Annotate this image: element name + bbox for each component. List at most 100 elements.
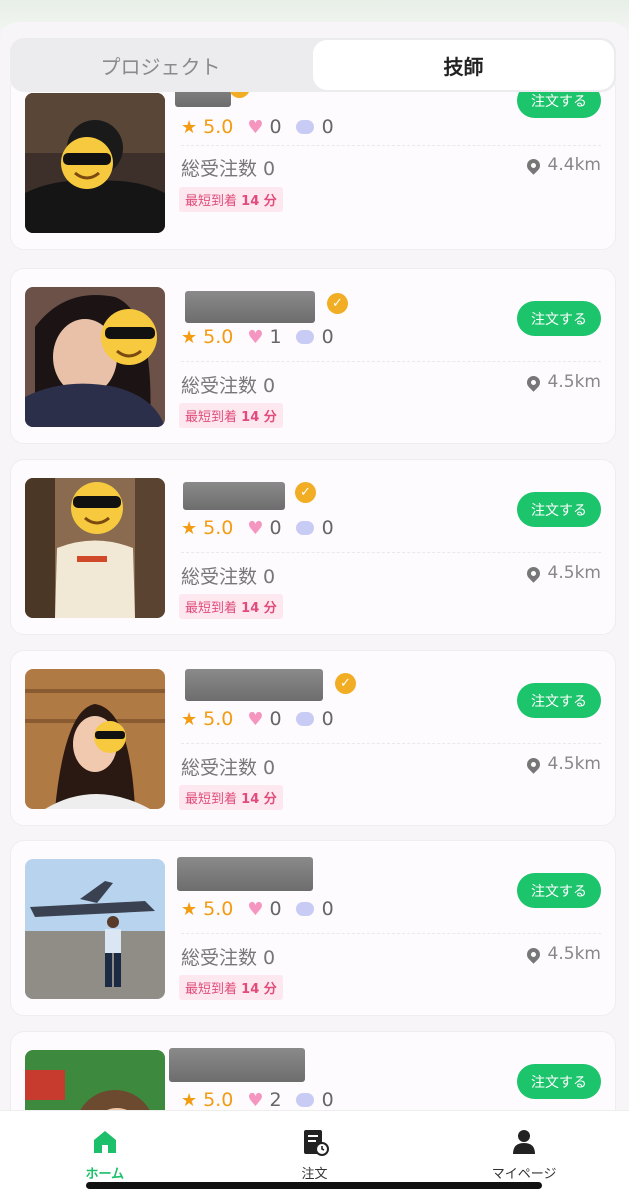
- likes-count: 1: [269, 326, 282, 348]
- name-redacted: [185, 669, 323, 701]
- user-icon: [513, 1130, 536, 1154]
- star-icon: ★: [181, 1089, 198, 1111]
- star-icon: ★: [181, 898, 198, 920]
- page-container: プロジェクト 技師 ✓ ★ 5.0 ♥: [0, 22, 629, 1200]
- location-pin-icon: [523, 754, 543, 774]
- likes-count: 0: [269, 708, 282, 730]
- total-orders: 総受注数 0: [181, 947, 276, 969]
- heart-icon: ♥: [247, 517, 264, 539]
- star-icon: ★: [181, 326, 198, 348]
- nav-home-label: ホーム: [85, 1167, 125, 1182]
- distance-value: 4.5km: [547, 944, 601, 964]
- heart-icon: ♥: [247, 708, 264, 730]
- comment-icon: [295, 712, 314, 726]
- comments-count: 0: [321, 116, 334, 138]
- verified-badge-icon: ✓: [295, 482, 316, 503]
- arrival-time: 14 分: [241, 410, 277, 425]
- likes-count: 0: [269, 116, 282, 138]
- comments-count: 0: [321, 517, 334, 539]
- comments-count: 0: [321, 326, 334, 348]
- distance: 4.5km: [523, 563, 601, 583]
- order-button[interactable]: 注文する: [517, 873, 601, 908]
- order-button[interactable]: 注文する: [517, 1064, 601, 1099]
- arrival-time: 14 分: [241, 982, 277, 997]
- order-button[interactable]: 注文する: [517, 301, 601, 336]
- rating-value: 5.0: [203, 517, 234, 539]
- arrival-badge: 最短到着 14 分: [179, 187, 283, 212]
- technician-card[interactable]: ✓ ★ 5.0 ♥ 0 0 注文する 総受注数 0 4.4km 最短到着 14 …: [10, 74, 616, 250]
- likes-count: 0: [269, 898, 282, 920]
- name-redacted: [177, 857, 313, 891]
- comment-icon: [295, 120, 314, 134]
- total-orders: 総受注数 0: [181, 757, 276, 779]
- arrival-time: 14 分: [241, 792, 277, 807]
- home-icon: [93, 1131, 116, 1153]
- star-icon: ★: [181, 708, 198, 730]
- star-icon: ★: [181, 517, 198, 539]
- distance-value: 4.5km: [547, 563, 601, 583]
- verified-badge-icon: ✓: [335, 673, 356, 694]
- distance: 4.5km: [523, 372, 601, 392]
- likes-count: 2: [269, 1089, 282, 1111]
- rating-value: 5.0: [203, 326, 234, 348]
- technician-avatar: [25, 93, 165, 233]
- comments-count: 0: [321, 708, 334, 730]
- star-icon: ★: [181, 116, 198, 138]
- distance: 4.5km: [523, 754, 601, 774]
- distance: 4.5km: [523, 944, 601, 964]
- divider: [181, 361, 601, 362]
- divider: [181, 933, 601, 934]
- arrival-label: 最短到着: [185, 792, 238, 807]
- technician-avatar: [25, 478, 165, 618]
- home-indicator: [86, 1182, 542, 1189]
- technician-avatar: [25, 287, 165, 427]
- likes-count: 0: [269, 517, 282, 539]
- distance-value: 4.5km: [547, 372, 601, 392]
- divider: [181, 743, 601, 744]
- stats-row: ★ 5.0 ♥ 0 0: [181, 115, 334, 139]
- location-pin-icon: [523, 944, 543, 964]
- comments-count: 0: [321, 898, 334, 920]
- distance-value: 4.5km: [547, 754, 601, 774]
- arrival-label: 最短到着: [185, 601, 238, 616]
- order-icon: [303, 1130, 329, 1156]
- distance-value: 4.4km: [547, 155, 601, 175]
- distance: 4.4km: [523, 155, 601, 175]
- heart-icon: ♥: [247, 326, 264, 348]
- rating-value: 5.0: [203, 116, 234, 138]
- arrival-time: 14 分: [241, 194, 277, 209]
- location-pin-icon: [523, 155, 543, 175]
- stats-row: ★ 5.0 ♥ 1 0: [181, 325, 334, 349]
- stats-row: ★ 5.0 ♥ 2 0: [181, 1088, 334, 1112]
- heart-icon: ♥: [247, 898, 264, 920]
- nav-mypage-label: マイページ: [491, 1167, 557, 1182]
- tab-technician[interactable]: 技師: [313, 40, 614, 90]
- arrival-badge: 最短到着 14 分: [179, 594, 283, 619]
- name-redacted: [185, 291, 315, 323]
- comment-icon: [295, 902, 314, 916]
- stats-row: ★ 5.0 ♥ 0 0: [181, 897, 334, 921]
- technician-card[interactable]: ✓ ★ 5.0 ♥ 0 0 注文する 総受注数 0 4.5km 最短到着 14 …: [10, 459, 616, 635]
- total-orders: 総受注数 0: [181, 375, 276, 397]
- arrival-badge: 最短到着 14 分: [179, 785, 283, 810]
- order-button[interactable]: 注文する: [517, 492, 601, 527]
- order-button[interactable]: 注文する: [517, 683, 601, 718]
- name-redacted: [183, 482, 285, 510]
- divider: [181, 552, 601, 553]
- stats-row: ★ 5.0 ♥ 0 0: [181, 707, 334, 731]
- heart-icon: ♥: [247, 116, 264, 138]
- heart-icon: ♥: [247, 1089, 264, 1111]
- name-redacted: [169, 1048, 305, 1082]
- nav-orders-label: 注文: [301, 1167, 328, 1182]
- technician-avatar: [25, 859, 165, 999]
- comment-icon: [295, 1093, 314, 1107]
- technician-card[interactable]: ✓ ★ 5.0 ♥ 1 0 注文する 総受注数 0 4.5km 最短到着 14 …: [10, 268, 616, 444]
- technician-card[interactable]: ★ 5.0 ♥ 0 0 注文する 総受注数 0 4.5km 最短到着 14 分: [10, 840, 616, 1016]
- stats-row: ★ 5.0 ♥ 0 0: [181, 516, 334, 540]
- comment-icon: [295, 330, 314, 344]
- rating-value: 5.0: [203, 898, 234, 920]
- arrival-label: 最短到着: [185, 194, 238, 209]
- technician-avatar: [25, 669, 165, 809]
- technician-card[interactable]: ✓ ★ 5.0 ♥ 0 0 注文する 総受注数 0 4.5km 最短到着 14 …: [10, 650, 616, 826]
- tab-project[interactable]: プロジェクト: [10, 38, 311, 92]
